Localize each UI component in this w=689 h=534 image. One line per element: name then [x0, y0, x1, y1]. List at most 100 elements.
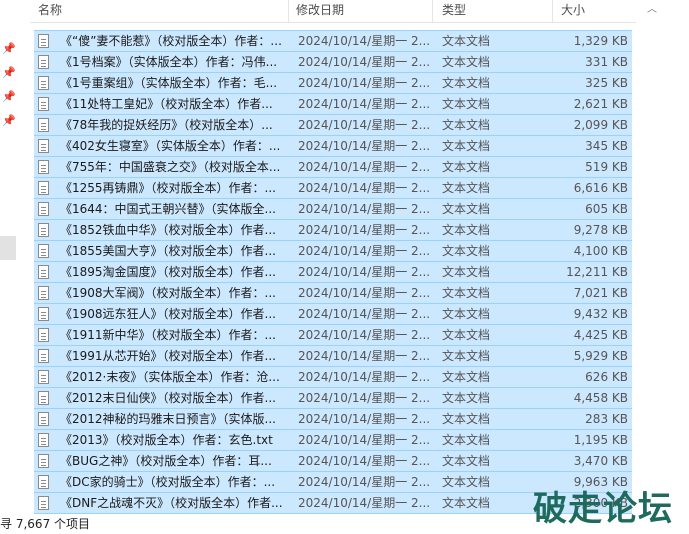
column-divider[interactable] — [552, 0, 553, 22]
file-size: 3,470 KB — [573, 454, 628, 468]
watermark-logo: 破走论坛 — [533, 489, 673, 529]
column-header-name[interactable]: 名称 — [38, 0, 62, 22]
file-row[interactable]: 《78年我的捉妖经历》（校对版全本）... 2024/10/14/星期一 2...… — [34, 114, 632, 135]
text-file-icon — [38, 136, 52, 156]
pin-icon[interactable]: 📌 — [2, 90, 16, 104]
file-row[interactable]: 《1255再铸鼎》（校对版全本）作者：... 2024/10/14/星期一 2..… — [34, 177, 632, 198]
text-file-icon — [38, 220, 52, 240]
text-file-icon — [38, 199, 52, 219]
file-size: 626 KB — [585, 370, 628, 384]
file-row[interactable]: 《1911新中华》（校对版全本）作者：... 2024/10/14/星期一 2..… — [34, 324, 632, 345]
file-row[interactable]: 《1908大军阀》（校对版全本）作者：... 2024/10/14/星期一 2..… — [34, 282, 632, 303]
file-size: 1,195 KB — [573, 433, 628, 447]
file-row[interactable]: 《2012·末夜》（实体版全本）作者：沧... 2024/10/14/星期一 2.… — [34, 366, 632, 387]
file-name[interactable]: 《1644：中国式王朝兴替》（实体版全... — [60, 199, 312, 219]
pin-icon[interactable]: 📌 — [2, 42, 16, 56]
column-header-row: 名称 修改日期 类型 大小 ︿ — [30, 0, 657, 23]
file-name[interactable]: 《755年：中国盛衰之交》（校对版全本... — [60, 157, 312, 177]
file-row[interactable]: 《755年：中国盛衰之交》（校对版全本... 2024/10/14/星期一 2..… — [34, 156, 632, 177]
file-size: 2,621 KB — [573, 97, 628, 111]
file-size: 325 KB — [585, 76, 628, 90]
text-file-icon — [38, 73, 52, 93]
file-date: 2024/10/14/星期一 2... — [298, 433, 431, 447]
file-row[interactable]: 《1644：中国式王朝兴替》（实体版全... 2024/10/14/星期一 2..… — [34, 198, 632, 219]
column-divider[interactable] — [432, 0, 433, 22]
file-size: 345 KB — [585, 139, 628, 153]
column-header-size[interactable]: 大小 — [561, 0, 585, 22]
file-row[interactable]: 《11处特工皇妃》（校对版全本）作者... 2024/10/14/星期一 2...… — [34, 93, 632, 114]
file-name[interactable]: 《DC家的骑士》（校对版全本）作者：... — [60, 472, 312, 492]
file-date: 2024/10/14/星期一 2... — [298, 454, 431, 468]
file-name[interactable]: 《402女生寝室》（实体版全本）作者：... — [60, 136, 312, 156]
text-file-icon — [38, 346, 52, 366]
text-file-icon — [38, 493, 52, 513]
file-name[interactable]: 《11处特工皇妃》（校对版全本）作者... — [60, 94, 312, 114]
text-file-icon — [38, 472, 52, 492]
file-size: 12,211 KB — [566, 265, 628, 279]
pin-icon[interactable]: 📌 — [2, 114, 16, 128]
text-file-icon — [38, 262, 52, 282]
file-name[interactable]: 《2012·末夜》（实体版全本）作者：沧... — [60, 367, 312, 387]
file-row[interactable]: 《1991从芯开始》（校对版全本）作者... 2024/10/14/星期一 2..… — [34, 345, 632, 366]
file-name[interactable]: 《78年我的捉妖经历》（校对版全本）... — [60, 115, 312, 135]
file-date: 2024/10/14/星期一 2... — [298, 181, 431, 195]
file-name[interactable]: 《1991从芯开始》（校对版全本）作者... — [60, 346, 312, 366]
file-row[interactable]: 《“傻”妻不能惹》（校对版全本）作者：... 2024/10/14/星期一 2..… — [34, 30, 632, 51]
text-file-icon — [38, 451, 52, 471]
file-size: 4,458 KB — [573, 391, 628, 405]
file-date: 2024/10/14/星期一 2... — [298, 76, 431, 90]
file-row[interactable]: 《1855美国大亨》（校对版全本）作者... 2024/10/14/星期一 2..… — [34, 240, 632, 261]
file-list: 《“傻”妻不能惹》（校对版全本）作者：... 2024/10/14/星期一 2..… — [34, 30, 632, 514]
file-date: 2024/10/14/星期一 2... — [298, 391, 431, 405]
file-date: 2024/10/14/星期一 2... — [298, 118, 431, 132]
file-size: 9,432 KB — [573, 307, 628, 321]
file-name[interactable]: 《2012末日仙侠》（校对版全本）作者... — [60, 388, 312, 408]
status-prefix: 寻 — [0, 517, 13, 531]
file-row[interactable]: 《402女生寝室》（实体版全本）作者：... 2024/10/14/星期一 2..… — [34, 135, 632, 156]
file-name[interactable]: 《“傻”妻不能惹》（校对版全本）作者：... — [60, 31, 312, 51]
file-row[interactable]: 《2012末日仙侠》（校对版全本）作者... 2024/10/14/星期一 2..… — [34, 387, 632, 408]
file-row[interactable]: 《2012神秘的玛雅末日预言》（实体版... 2024/10/14/星期一 2..… — [34, 408, 632, 429]
file-name[interactable]: 《1855美国大亨》（校对版全本）作者... — [60, 241, 312, 261]
file-row[interactable]: 《1908远东狂人》（校对版全本）作者... 2024/10/14/星期一 2..… — [34, 303, 632, 324]
file-date: 2024/10/14/星期一 2... — [298, 55, 431, 69]
navigation-scrollbar-thumb[interactable] — [0, 236, 16, 260]
pin-icon[interactable]: 📌 — [2, 66, 16, 80]
file-size: 6,616 KB — [573, 181, 628, 195]
file-date: 2024/10/14/星期一 2... — [298, 307, 431, 321]
file-date: 2024/10/14/星期一 2... — [298, 370, 431, 384]
file-size: 283 KB — [585, 412, 628, 426]
file-date: 2024/10/14/星期一 2... — [298, 475, 431, 489]
file-date: 2024/10/14/星期一 2... — [298, 412, 431, 426]
column-divider[interactable] — [288, 0, 289, 22]
file-row[interactable]: 《1895淘金国度》（校对版全本）作者... 2024/10/14/星期一 2..… — [34, 261, 632, 282]
file-name[interactable]: 《1852铁血中华》（校对版全本）作者... — [60, 220, 312, 240]
file-size: 1,329 KB — [573, 34, 628, 48]
file-date: 2024/10/14/星期一 2... — [298, 244, 431, 258]
file-row[interactable]: 《1号重案组》（实体版全本）作者：毛... 2024/10/14/星期一 2...… — [34, 72, 632, 93]
file-name[interactable]: 《1895淘金国度》（校对版全本）作者... — [60, 262, 312, 282]
file-row[interactable]: 《2013》（校对版全本）作者：玄色.txt 2024/10/14/星期一 2..… — [34, 429, 632, 450]
file-row[interactable]: 《BUG之神》（校对版全本）作者：耳... 2024/10/14/星期一 2...… — [34, 450, 632, 471]
file-name[interactable]: 《BUG之神》（校对版全本）作者：耳... — [60, 451, 312, 471]
file-size: 605 KB — [585, 202, 628, 216]
file-name[interactable]: 《1255再铸鼎》（校对版全本）作者：... — [60, 178, 312, 198]
file-name[interactable]: 《DNF之战魂不灭》（校对版全本）作者... — [60, 493, 312, 513]
file-row[interactable]: 《1852铁血中华》（校对版全本）作者... 2024/10/14/星期一 2..… — [34, 219, 632, 240]
file-date: 2024/10/14/星期一 2... — [298, 97, 431, 111]
file-name[interactable]: 《2013》（校对版全本）作者：玄色.txt — [60, 430, 312, 450]
file-name[interactable]: 《1911新中华》（校对版全本）作者：... — [60, 325, 312, 345]
file-date: 2024/10/14/星期一 2... — [298, 223, 431, 237]
file-name[interactable]: 《1号档案》（实体版全本）作者：冯伟... — [60, 52, 312, 72]
file-name[interactable]: 《1号重案组》（实体版全本）作者：毛... — [60, 73, 312, 93]
file-name[interactable]: 《2012神秘的玛雅末日预言》（实体版... — [60, 409, 312, 429]
file-name[interactable]: 《1908大军阀》（校对版全本）作者：... — [60, 283, 312, 303]
file-size: 331 KB — [585, 55, 628, 69]
file-name[interactable]: 《1908远东狂人》（校对版全本）作者... — [60, 304, 312, 324]
column-header-type[interactable]: 类型 — [442, 0, 466, 22]
file-row[interactable]: 《1号档案》（实体版全本）作者：冯伟... 2024/10/14/星期一 2...… — [34, 51, 632, 72]
file-date: 2024/10/14/星期一 2... — [298, 139, 431, 153]
file-size: 7,021 KB — [573, 286, 628, 300]
navigation-pane-edge: 📌 📌 📌 📌 — [0, 0, 22, 534]
column-header-date[interactable]: 修改日期 — [296, 0, 344, 22]
